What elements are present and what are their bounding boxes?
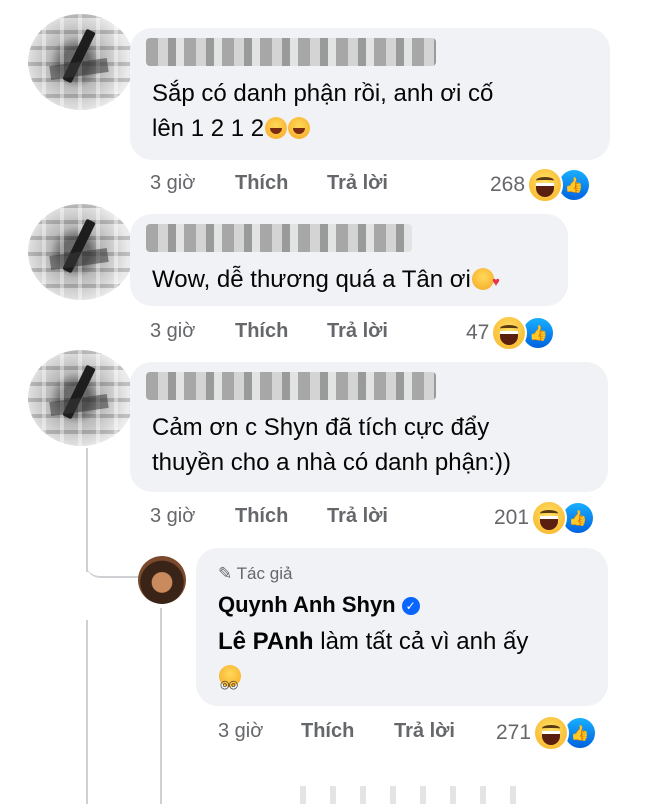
reply-text-line: Lê PAnh làm tất cả vì anh ấy <box>218 628 529 655</box>
reply-button[interactable]: Trả lời <box>327 172 388 195</box>
comment-time[interactable]: 3 giờ <box>150 320 195 343</box>
reply-button[interactable]: Trả lời <box>327 505 388 528</box>
reply-text: Lê PAnh làm tất cả vì anh ấy <box>218 624 529 703</box>
avatar[interactable] <box>28 204 134 300</box>
haha-reaction-icon <box>491 315 528 351</box>
thread-line <box>160 608 162 804</box>
reply-text-line <box>218 659 528 703</box>
comment-time[interactable]: 3 giờ <box>150 172 195 195</box>
thread-connector <box>86 540 140 578</box>
avatar[interactable] <box>28 350 134 446</box>
haha-reaction-icon <box>527 167 564 203</box>
nerd-face-emoji-icon <box>219 665 241 703</box>
reaction-summary[interactable]: 201 👍 <box>494 500 596 536</box>
reaction-count: 201 <box>494 506 530 529</box>
verified-badge-icon: ✓ <box>401 597 420 615</box>
laughing-emoji-icon <box>265 117 288 139</box>
like-button[interactable]: Thích <box>235 505 288 528</box>
comment-text: Cảm ơn c Shyn đã tích cực đẩy thuyền cho… <box>152 410 511 480</box>
like-button[interactable]: Thích <box>235 320 288 343</box>
mention-link[interactable]: Lê PAnh <box>218 628 314 655</box>
comment-time[interactable]: 3 giờ <box>150 505 195 528</box>
reaction-count: 268 <box>490 173 526 196</box>
thread-line <box>86 620 88 804</box>
avatar[interactable] <box>28 14 134 110</box>
reply-button[interactable]: Trả lời <box>327 320 388 343</box>
comment-bubble: Sắp có danh phận rồi, anh ơi cố lên 1 2 … <box>130 28 610 160</box>
reply-time[interactable]: 3 giờ <box>218 720 263 743</box>
like-button[interactable]: Thích <box>235 172 288 195</box>
pencil-icon: ✎ <box>218 564 233 583</box>
smiling-face-with-hearts-emoji-icon <box>471 264 500 299</box>
haha-reaction-icon <box>531 500 568 536</box>
comment-text-line: thuyền cho a nhà có danh phận:)) <box>152 449 511 476</box>
reply-bubble: ✎ Tác giả Quynh Anh Shyn ✓ Lê PAnh làm tấ… <box>196 548 608 706</box>
comment-text: Wow, dễ thương quá a Tân ơi <box>152 262 500 299</box>
like-button[interactable]: Thích <box>301 720 354 743</box>
cutoff-next-comment-text <box>300 786 520 804</box>
comment-text-line: Wow, dễ thương quá a Tân ơi <box>152 262 500 299</box>
haha-reaction-icon <box>533 715 570 751</box>
reaction-count: 47 <box>466 321 490 344</box>
commenter-name-blurred[interactable] <box>146 372 436 400</box>
comment-bubble: Wow, dễ thương quá a Tân ơi <box>130 214 568 306</box>
reply-button[interactable]: Trả lời <box>394 720 455 743</box>
reply-author-name[interactable]: Quynh Anh Shyn ✓ <box>218 592 420 618</box>
comment-text-line: Sắp có danh phận rồi, anh ơi cố <box>152 80 494 107</box>
commenter-name-blurred[interactable] <box>146 38 436 66</box>
comment-text: Sắp có danh phận rồi, anh ơi cố lên 1 2 … <box>152 76 493 146</box>
author-tag: ✎ Tác giả <box>218 564 293 583</box>
reaction-summary[interactable]: 268 👍 <box>490 167 592 203</box>
reaction-summary[interactable]: 47 👍 <box>466 315 556 351</box>
laughing-emoji-icon <box>288 117 311 139</box>
comment-text-line: Cảm ơn c Shyn đã tích cực đẩy <box>152 414 490 441</box>
comment-text-line: lên 1 2 1 2 <box>152 111 493 146</box>
comment-bubble: Cảm ơn c Shyn đã tích cực đẩy thuyền cho… <box>130 362 608 492</box>
reaction-summary[interactable]: 271 👍 <box>496 715 598 751</box>
commenter-name-blurred[interactable] <box>146 224 412 252</box>
reply-avatar[interactable] <box>138 556 186 604</box>
reaction-count: 271 <box>496 721 532 744</box>
